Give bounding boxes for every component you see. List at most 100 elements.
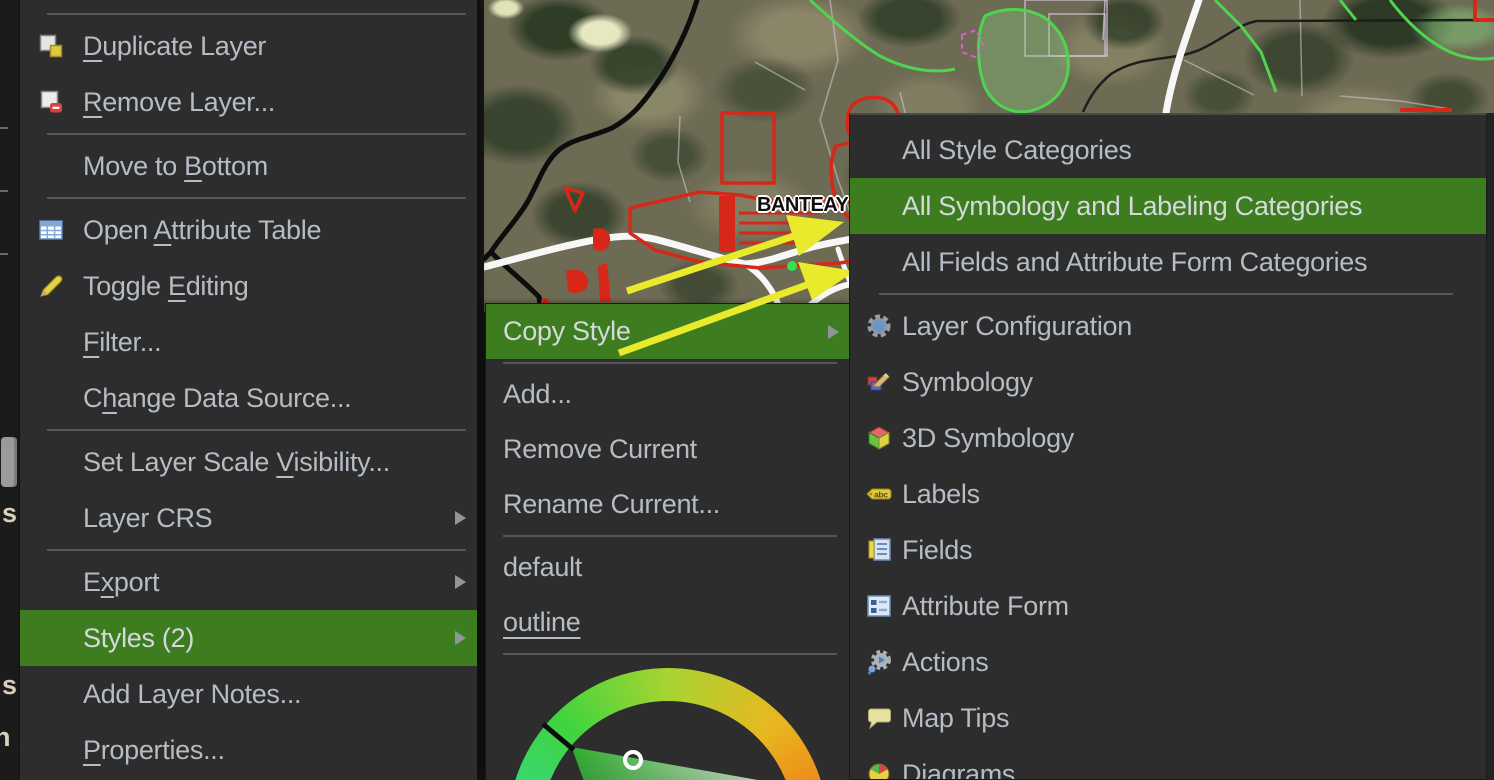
menu-item-attribute-form[interactable]: Attribute Form	[850, 578, 1486, 634]
remove-layer-icon	[38, 89, 64, 115]
menu-item-labels[interactable]: abc Labels	[850, 466, 1486, 522]
menu-item-add-style[interactable]: Add...	[486, 367, 850, 422]
no-icon	[38, 329, 64, 355]
menu-item-duplicate-layer[interactable]: Duplicate Layer	[20, 18, 477, 74]
form-icon	[866, 593, 892, 619]
menu-item-open-attribute-table[interactable]: Open Attribute Table	[20, 202, 477, 258]
menu-item-label: Filter...	[83, 327, 161, 358]
pencil-icon	[38, 273, 64, 299]
menu-item-change-data-source[interactable]: Change Data Source...	[20, 370, 477, 426]
menu-item-move-to-bottom[interactable]: Move to Bottom	[20, 138, 477, 194]
no-icon	[38, 625, 64, 651]
menu-item-label: Fields	[902, 535, 972, 566]
menu-separator	[47, 429, 466, 431]
menu-item-label: Layer CRS	[83, 503, 212, 534]
panel-button-fragment	[1, 437, 17, 487]
svg-text:abc: abc	[874, 490, 888, 500]
menu-item-label: Set Layer Scale Visibility...	[83, 447, 390, 478]
tree-line	[0, 127, 8, 129]
menu-item-label: Change Data Source...	[83, 383, 351, 414]
menu-item-label: Copy Style	[503, 316, 631, 347]
menu-item-label: Rename Current...	[503, 489, 720, 520]
menu-item-properties[interactable]: Properties...	[20, 722, 477, 778]
no-icon	[38, 449, 64, 475]
menu-item-label: All Symbology and Labeling Categories	[902, 191, 1362, 222]
submenu-arrow-icon	[455, 511, 466, 525]
menu-item-set-layer-scale-visibility[interactable]: Set Layer Scale Visibility...	[20, 434, 477, 490]
menu-item-export[interactable]: Export	[20, 554, 477, 610]
menu-item-label: Attribute Form	[902, 591, 1069, 622]
menu-item-style-default[interactable]: default	[486, 540, 850, 595]
menu-separator	[503, 653, 837, 655]
menu-item-label: All Fields and Attribute Form Categories	[902, 247, 1367, 278]
menu-item-label: All Style Categories	[902, 135, 1132, 166]
menu-item-label: Add...	[503, 379, 572, 410]
no-icon	[38, 385, 64, 411]
no-icon	[866, 249, 892, 275]
menu-separator	[879, 293, 1453, 295]
submenu-arrow-icon	[455, 631, 466, 645]
menu-item-label: Map Tips	[902, 703, 1009, 734]
menu-separator	[503, 362, 837, 364]
menu-item-add-layer-notes[interactable]: Add Layer Notes...	[20, 666, 477, 722]
layers-panel-edge: s s n 2	[0, 0, 19, 780]
menu-item-all-fields-attribute-form[interactable]: All Fields and Attribute Form Categories	[850, 234, 1486, 290]
menu-item-all-symbology-labeling[interactable]: All Symbology and Labeling Categories	[850, 178, 1486, 234]
paintbrush-icon	[866, 369, 892, 395]
menu-item-rename-current[interactable]: Rename Current...	[486, 477, 850, 532]
menu-separator	[47, 549, 466, 551]
no-icon	[866, 137, 892, 163]
speech-bubble-icon	[866, 705, 892, 731]
styles-submenu: Copy Style Add... Remove Current Rename …	[485, 303, 851, 780]
menu-separator	[47, 13, 466, 15]
menu-separator	[503, 535, 837, 537]
menu-item-label: Duplicate Layer	[83, 31, 266, 62]
menu-item-all-style-categories[interactable]: All Style Categories	[850, 122, 1486, 178]
menu-item-remove-current[interactable]: Remove Current	[486, 422, 850, 477]
submenu-arrow-icon	[828, 325, 839, 339]
menu-item-copy-style[interactable]: Copy Style	[486, 304, 850, 359]
no-icon	[866, 193, 892, 219]
menu-item-label: Diagrams	[902, 759, 1015, 780]
menu-item-label: Move to Bottom	[83, 151, 268, 182]
menu-item-label: Properties...	[83, 735, 225, 766]
clipped-text-fragment: s	[2, 670, 17, 701]
no-icon	[38, 505, 64, 531]
no-icon	[38, 737, 64, 763]
cube-3d-icon	[866, 425, 892, 451]
menu-item-label: 3D Symbology	[902, 423, 1074, 454]
pie-diagram-icon	[866, 761, 892, 780]
menu-item-map-tips[interactable]: Map Tips	[850, 690, 1486, 746]
menu-item-actions[interactable]: Actions	[850, 634, 1486, 690]
menu-item-layer-crs[interactable]: Layer CRS	[20, 490, 477, 546]
menu-item-3d-symbology[interactable]: 3D Symbology	[850, 410, 1486, 466]
color-wheel[interactable]	[508, 668, 828, 780]
menu-item-label: Toggle Editing	[83, 271, 248, 302]
menu-item-toggle-editing[interactable]: Toggle Editing	[20, 258, 477, 314]
menu-item-label: Styles (2)	[83, 623, 194, 654]
copy-style-submenu: All Style Categories All Symbology and L…	[849, 113, 1487, 780]
menu-item-label: Add Layer Notes...	[83, 679, 301, 710]
no-icon	[38, 681, 64, 707]
menu-item-style-outline[interactable]: outline	[486, 595, 850, 650]
clipped-text-fragment: s	[2, 498, 17, 529]
menu-item-remove-layer[interactable]: Remove Layer...	[20, 74, 477, 130]
clipped-text-fragment: n 2	[0, 722, 19, 753]
menu-item-label: Remove Layer...	[83, 87, 275, 118]
menu-item-label: Symbology	[902, 367, 1033, 398]
menu-item-diagrams[interactable]: Diagrams	[850, 746, 1486, 780]
tree-line	[0, 253, 8, 255]
menu-separator	[47, 133, 466, 135]
submenu-arrow-icon	[455, 575, 466, 589]
menu-item-symbology[interactable]: Symbology	[850, 354, 1486, 410]
menu-item-label: Labels	[902, 479, 980, 510]
menu-item-layer-configuration[interactable]: Layer Configuration	[850, 298, 1486, 354]
menu-item-fields[interactable]: Fields	[850, 522, 1486, 578]
color-marker[interactable]	[623, 750, 643, 770]
layer-context-menu: Duplicate Layer Remove Layer... Move to …	[19, 0, 477, 780]
fields-icon	[866, 537, 892, 563]
menu-item-filter[interactable]: Filter...	[20, 314, 477, 370]
menu-item-label: Actions	[902, 647, 988, 678]
menu-item-label: Layer Configuration	[902, 311, 1132, 342]
menu-item-styles[interactable]: Styles (2)	[20, 610, 477, 666]
